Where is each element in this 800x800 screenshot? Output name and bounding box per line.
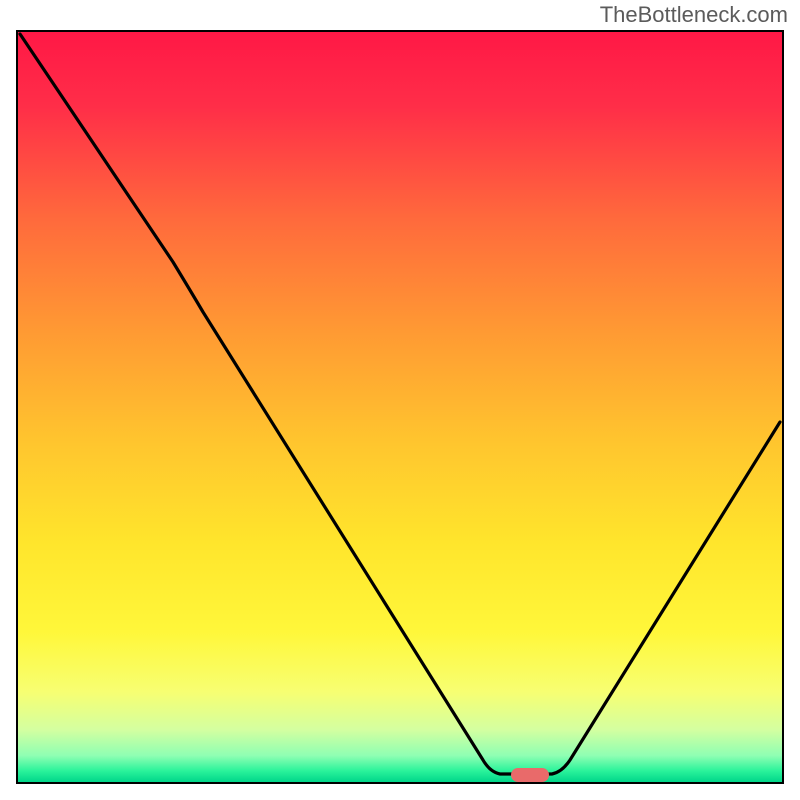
chart-container: TheBottleneck.com	[0, 0, 800, 800]
valley-marker	[511, 768, 549, 782]
plot-frame	[16, 30, 784, 784]
watermark-text: TheBottleneck.com	[600, 2, 788, 28]
curve-overlay	[18, 32, 782, 782]
bottleneck-curve	[20, 34, 780, 774]
